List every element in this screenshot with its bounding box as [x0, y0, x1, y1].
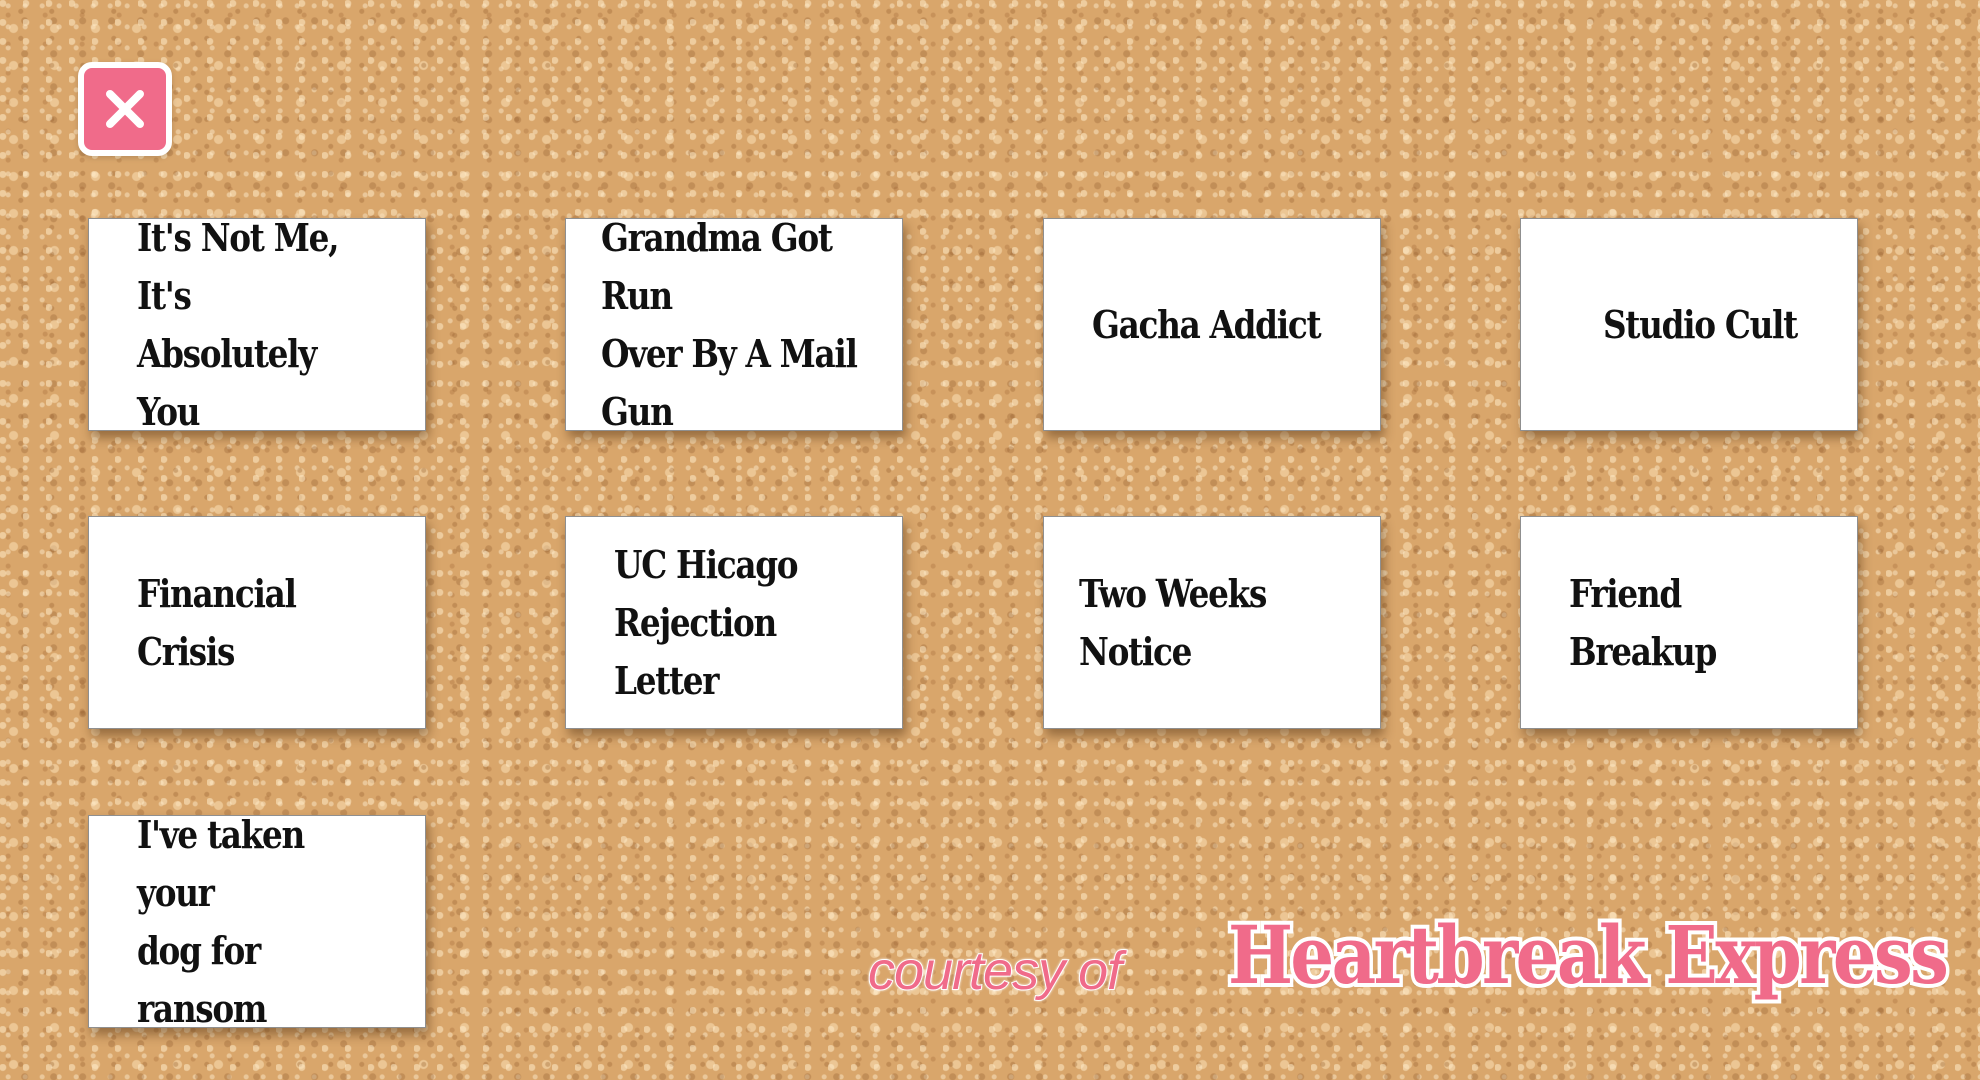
card-label: Grandma Got Run Over By A Mail Gun [601, 214, 858, 434]
card-financial-crisis[interactable]: Financial Crisis [88, 516, 426, 729]
card-rejection-letter[interactable]: UC Hicago Rejection Letter [565, 516, 903, 729]
card-friend-breakup[interactable]: Friend Breakup [1520, 516, 1858, 729]
close-icon [106, 90, 144, 128]
card-grandma-mail-gun[interactable]: Grandma Got Run Over By A Mail Gun [565, 215, 903, 434]
card-label: I've taken your dog for ransom [137, 811, 305, 1031]
card-label: Gacha Addict [1092, 301, 1322, 347]
card-label: Two Weeks Notice [1079, 570, 1267, 674]
card-label: Friend Breakup [1569, 570, 1717, 674]
courtesy-text: courtesy of [867, 940, 1123, 1002]
card-label: Financial Crisis [137, 570, 297, 674]
card-label: UC Hicago Rejection Letter [614, 541, 799, 703]
card-two-weeks-notice[interactable]: Two Weeks Notice [1043, 516, 1381, 729]
card-gacha-addict[interactable]: Gacha Addict [1043, 218, 1381, 431]
card-studio-cult[interactable]: Studio Cult [1520, 218, 1858, 431]
card-label: It's Not Me, It's Absolutely You [137, 214, 339, 434]
card-dog-ransom[interactable]: I've taken your dog for ransom [88, 812, 426, 1031]
brand-logo: Heartbreak Express [1225, 904, 1953, 1006]
close-button[interactable] [78, 62, 172, 156]
card-label: Studio Cult [1603, 301, 1798, 347]
card-its-not-me[interactable]: It's Not Me, It's Absolutely You [88, 215, 426, 434]
